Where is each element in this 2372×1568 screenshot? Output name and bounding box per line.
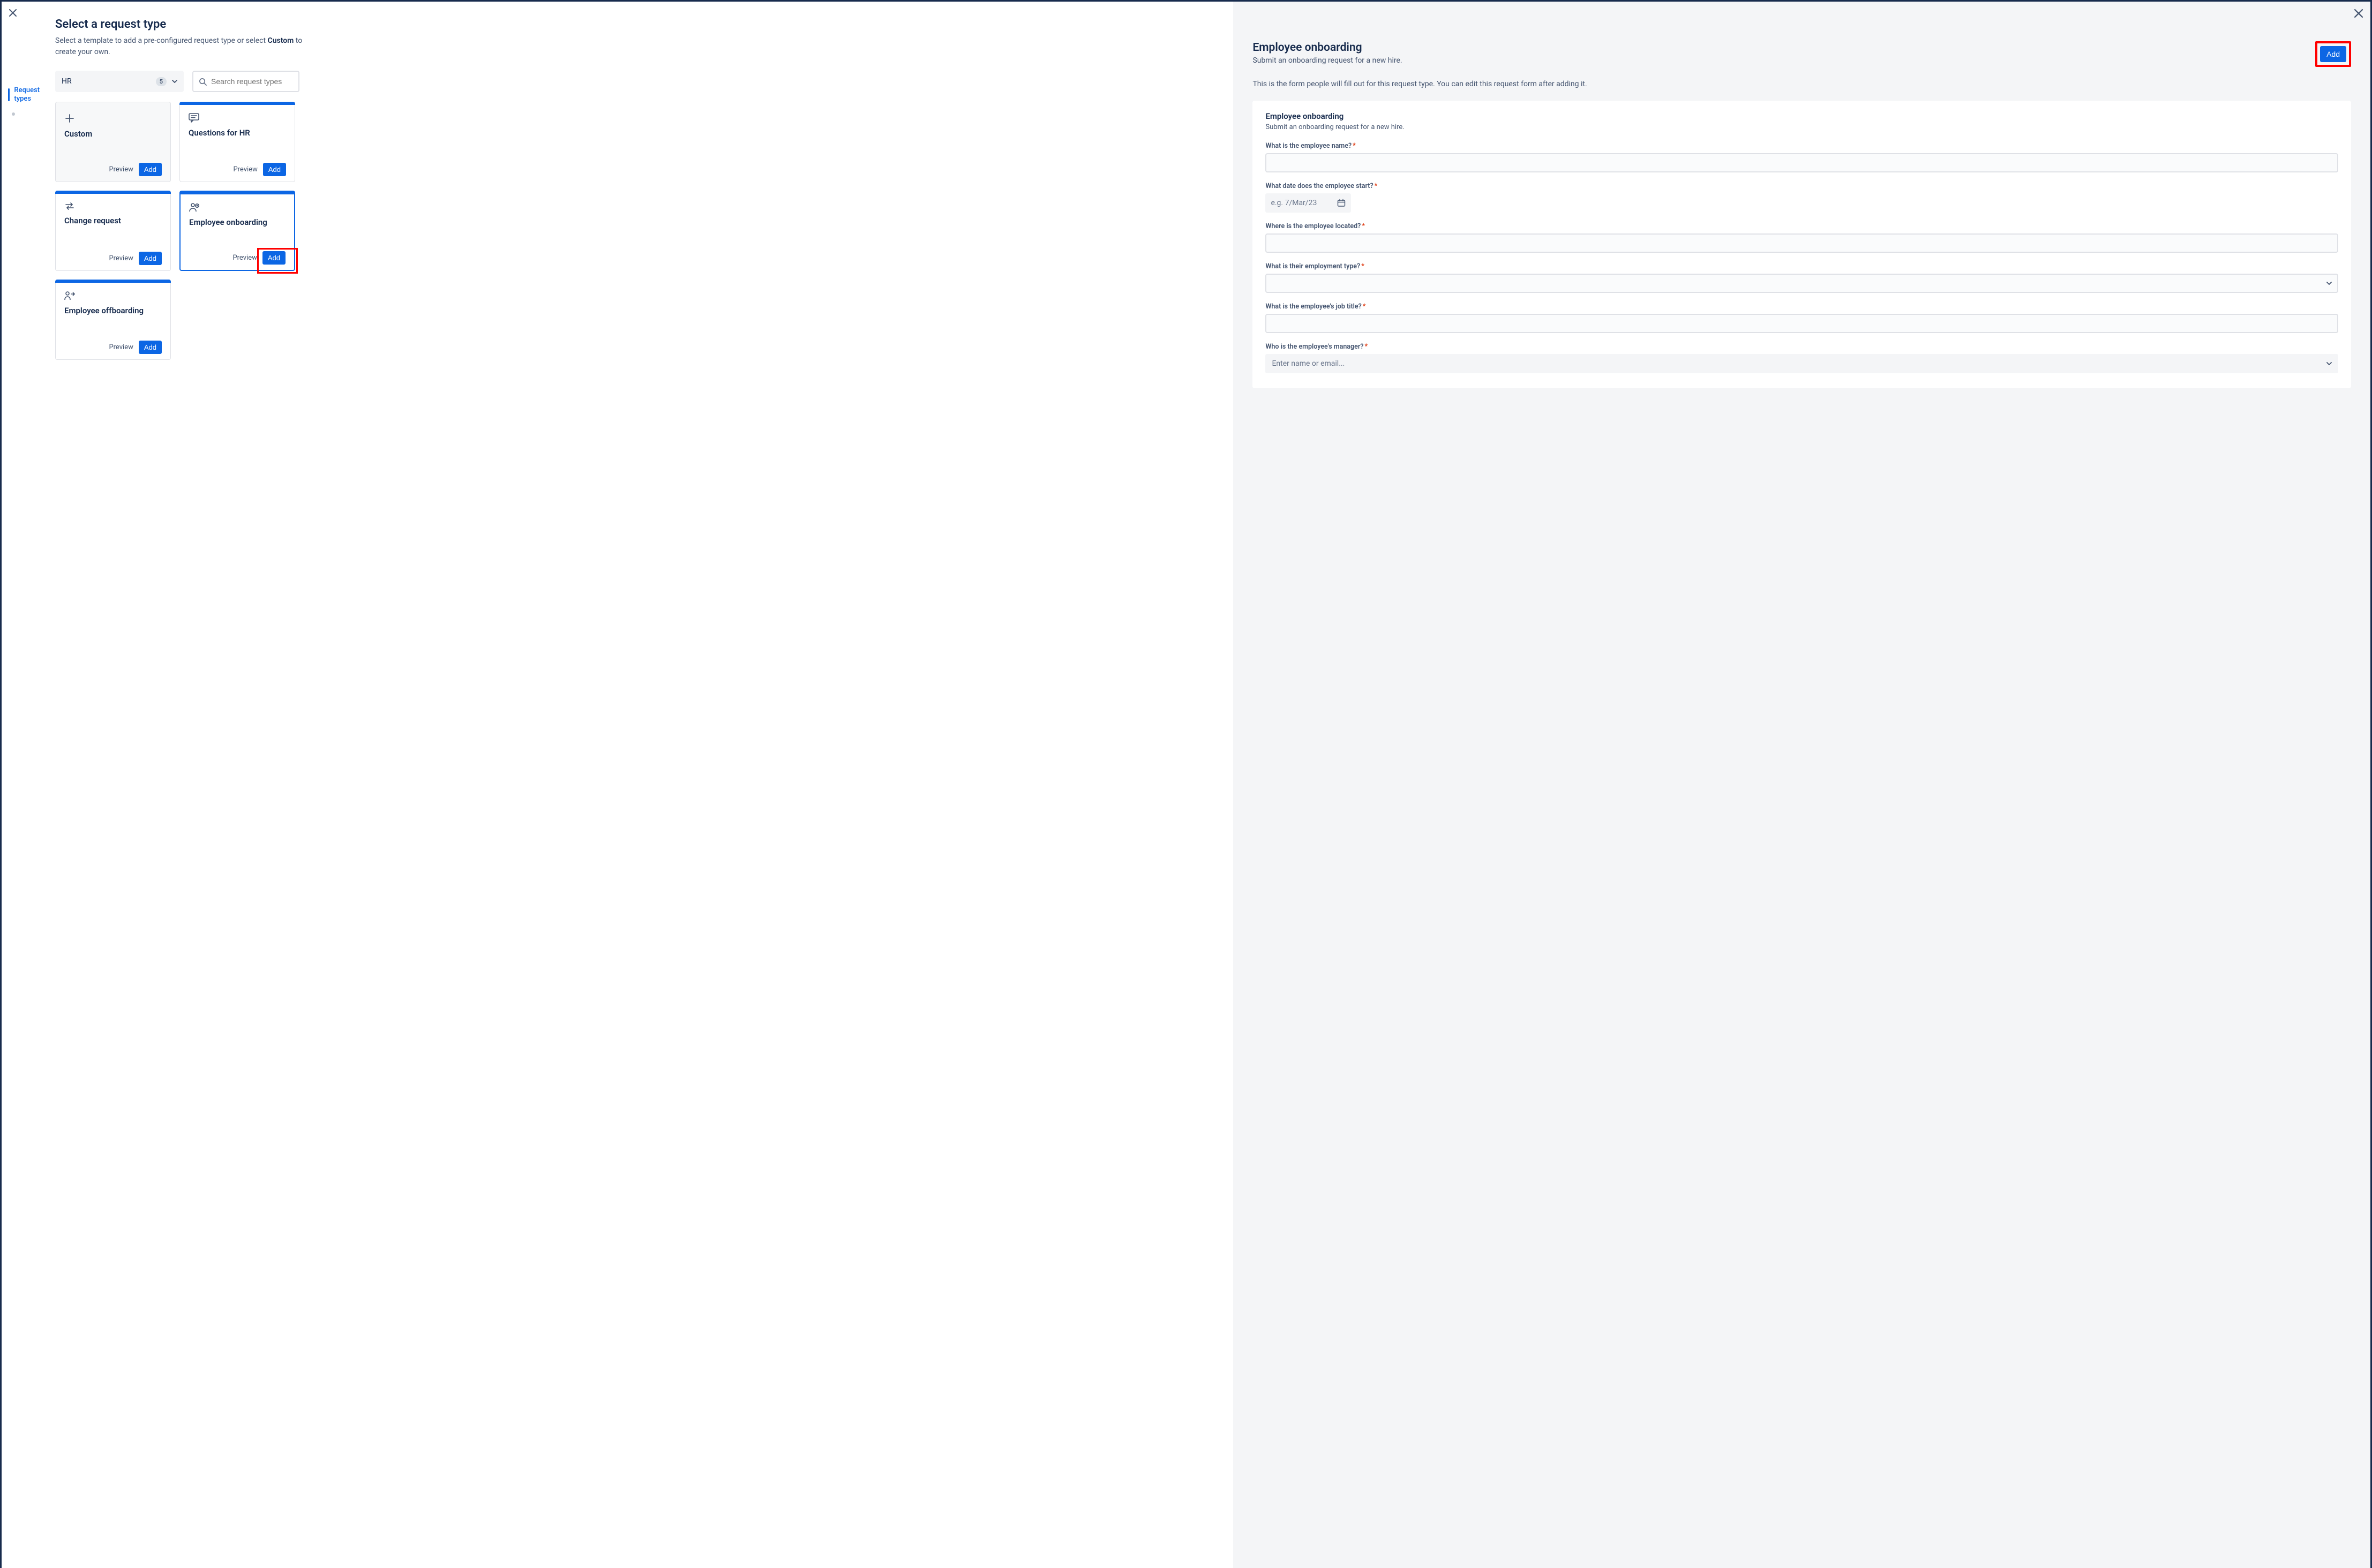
preview-button[interactable]: Preview (233, 165, 257, 174)
page-title: Select a request type (55, 18, 1212, 31)
card-change-request[interactable]: Change request Preview Add (55, 191, 171, 271)
chevron-down-icon (2326, 362, 2332, 365)
chat-icon (189, 113, 286, 123)
swap-icon (64, 202, 162, 210)
page-subtitle: Select a template to add a pre-configure… (55, 35, 323, 58)
add-button[interactable]: Add (139, 341, 162, 354)
field-label-location: Where is the employee located?* (1265, 222, 2338, 230)
side-tabs: Request types (8, 86, 52, 120)
manager-placeholder: Enter name or email... (1272, 359, 1345, 368)
category-select[interactable]: HR 5 (55, 71, 184, 92)
add-button[interactable]: Add (263, 163, 286, 176)
highlight-box-icon: Add (2315, 41, 2351, 67)
field-label-title: What is the employee's job title?* (1265, 303, 2338, 311)
preview-button[interactable]: Preview (109, 343, 133, 351)
employment-type-select[interactable] (1265, 274, 2338, 293)
subtitle-pre: Select a template to add a pre-configure… (55, 36, 268, 45)
job-title-input[interactable] (1265, 314, 2338, 333)
tab-dot-icon (12, 112, 15, 116)
employee-name-input[interactable] (1265, 153, 2338, 172)
card-title: Questions for HR (189, 128, 286, 138)
search-icon (199, 78, 207, 86)
date-placeholder: e.g. 7/Mar/23 (1271, 199, 1317, 207)
manager-select[interactable]: Enter name or email... (1265, 354, 2338, 373)
plus-icon (64, 113, 162, 124)
calendar-icon (1337, 199, 1346, 207)
close-icon[interactable] (2354, 9, 2363, 18)
form-preview-card: Employee onboarding Submit an onboarding… (1252, 101, 2351, 388)
chevron-down-icon (172, 80, 177, 83)
category-count-badge: 5 (156, 77, 167, 86)
preview-button[interactable]: Preview (109, 254, 133, 262)
card-title: Employee onboarding (189, 217, 286, 227)
preview-button[interactable]: Preview (232, 254, 257, 262)
card-title: Custom (64, 129, 162, 139)
preview-title: Employee onboarding (1252, 41, 1402, 54)
tab-request-types[interactable]: Request types (8, 86, 52, 103)
add-button[interactable]: Add (139, 163, 162, 176)
preview-subtitle: Submit an onboarding request for a new h… (1252, 56, 1402, 65)
tab-active-bar (8, 88, 10, 101)
category-label: HR (62, 77, 151, 86)
field-label-start: What date does the employee start?* (1265, 182, 2338, 190)
add-button[interactable]: Add (262, 251, 286, 265)
card-title: Employee offboarding (64, 306, 162, 315)
employee-location-input[interactable] (1265, 233, 2338, 253)
form-subtitle: Submit an onboarding request for a new h… (1265, 123, 2338, 131)
add-button[interactable]: Add (139, 252, 162, 265)
close-icon[interactable] (9, 9, 17, 17)
field-label-manager: Who is the employee's manager?* (1265, 343, 2338, 351)
person-add-icon (189, 202, 286, 212)
card-title: Change request (64, 216, 162, 225)
tab-secondary[interactable] (8, 103, 52, 120)
preview-description: This is the form people will fill out fo… (1252, 79, 2351, 90)
chevron-down-icon (2326, 282, 2332, 285)
start-date-input[interactable]: e.g. 7/Mar/23 (1265, 193, 1351, 213)
preview-button[interactable]: Preview (109, 165, 133, 174)
form-title: Employee onboarding (1265, 111, 2338, 121)
subtitle-bold: Custom (268, 36, 294, 45)
person-arrow-icon (64, 291, 162, 300)
card-employee-onboarding[interactable]: Employee onboarding Preview Add (179, 191, 295, 271)
search-box[interactable] (192, 71, 299, 92)
field-label-type: What is their employment type?* (1265, 262, 2338, 270)
field-label-name: What is the employee name?* (1265, 142, 2338, 150)
card-custom[interactable]: Custom Preview Add (55, 102, 171, 182)
tab-label: Request types (14, 86, 52, 103)
card-employee-offboarding[interactable]: Employee offboarding Preview Add (55, 280, 171, 360)
add-request-type-button[interactable]: Add (2320, 46, 2346, 62)
card-questions-hr[interactable]: Questions for HR Preview Add (179, 102, 295, 182)
search-input[interactable] (211, 77, 293, 86)
